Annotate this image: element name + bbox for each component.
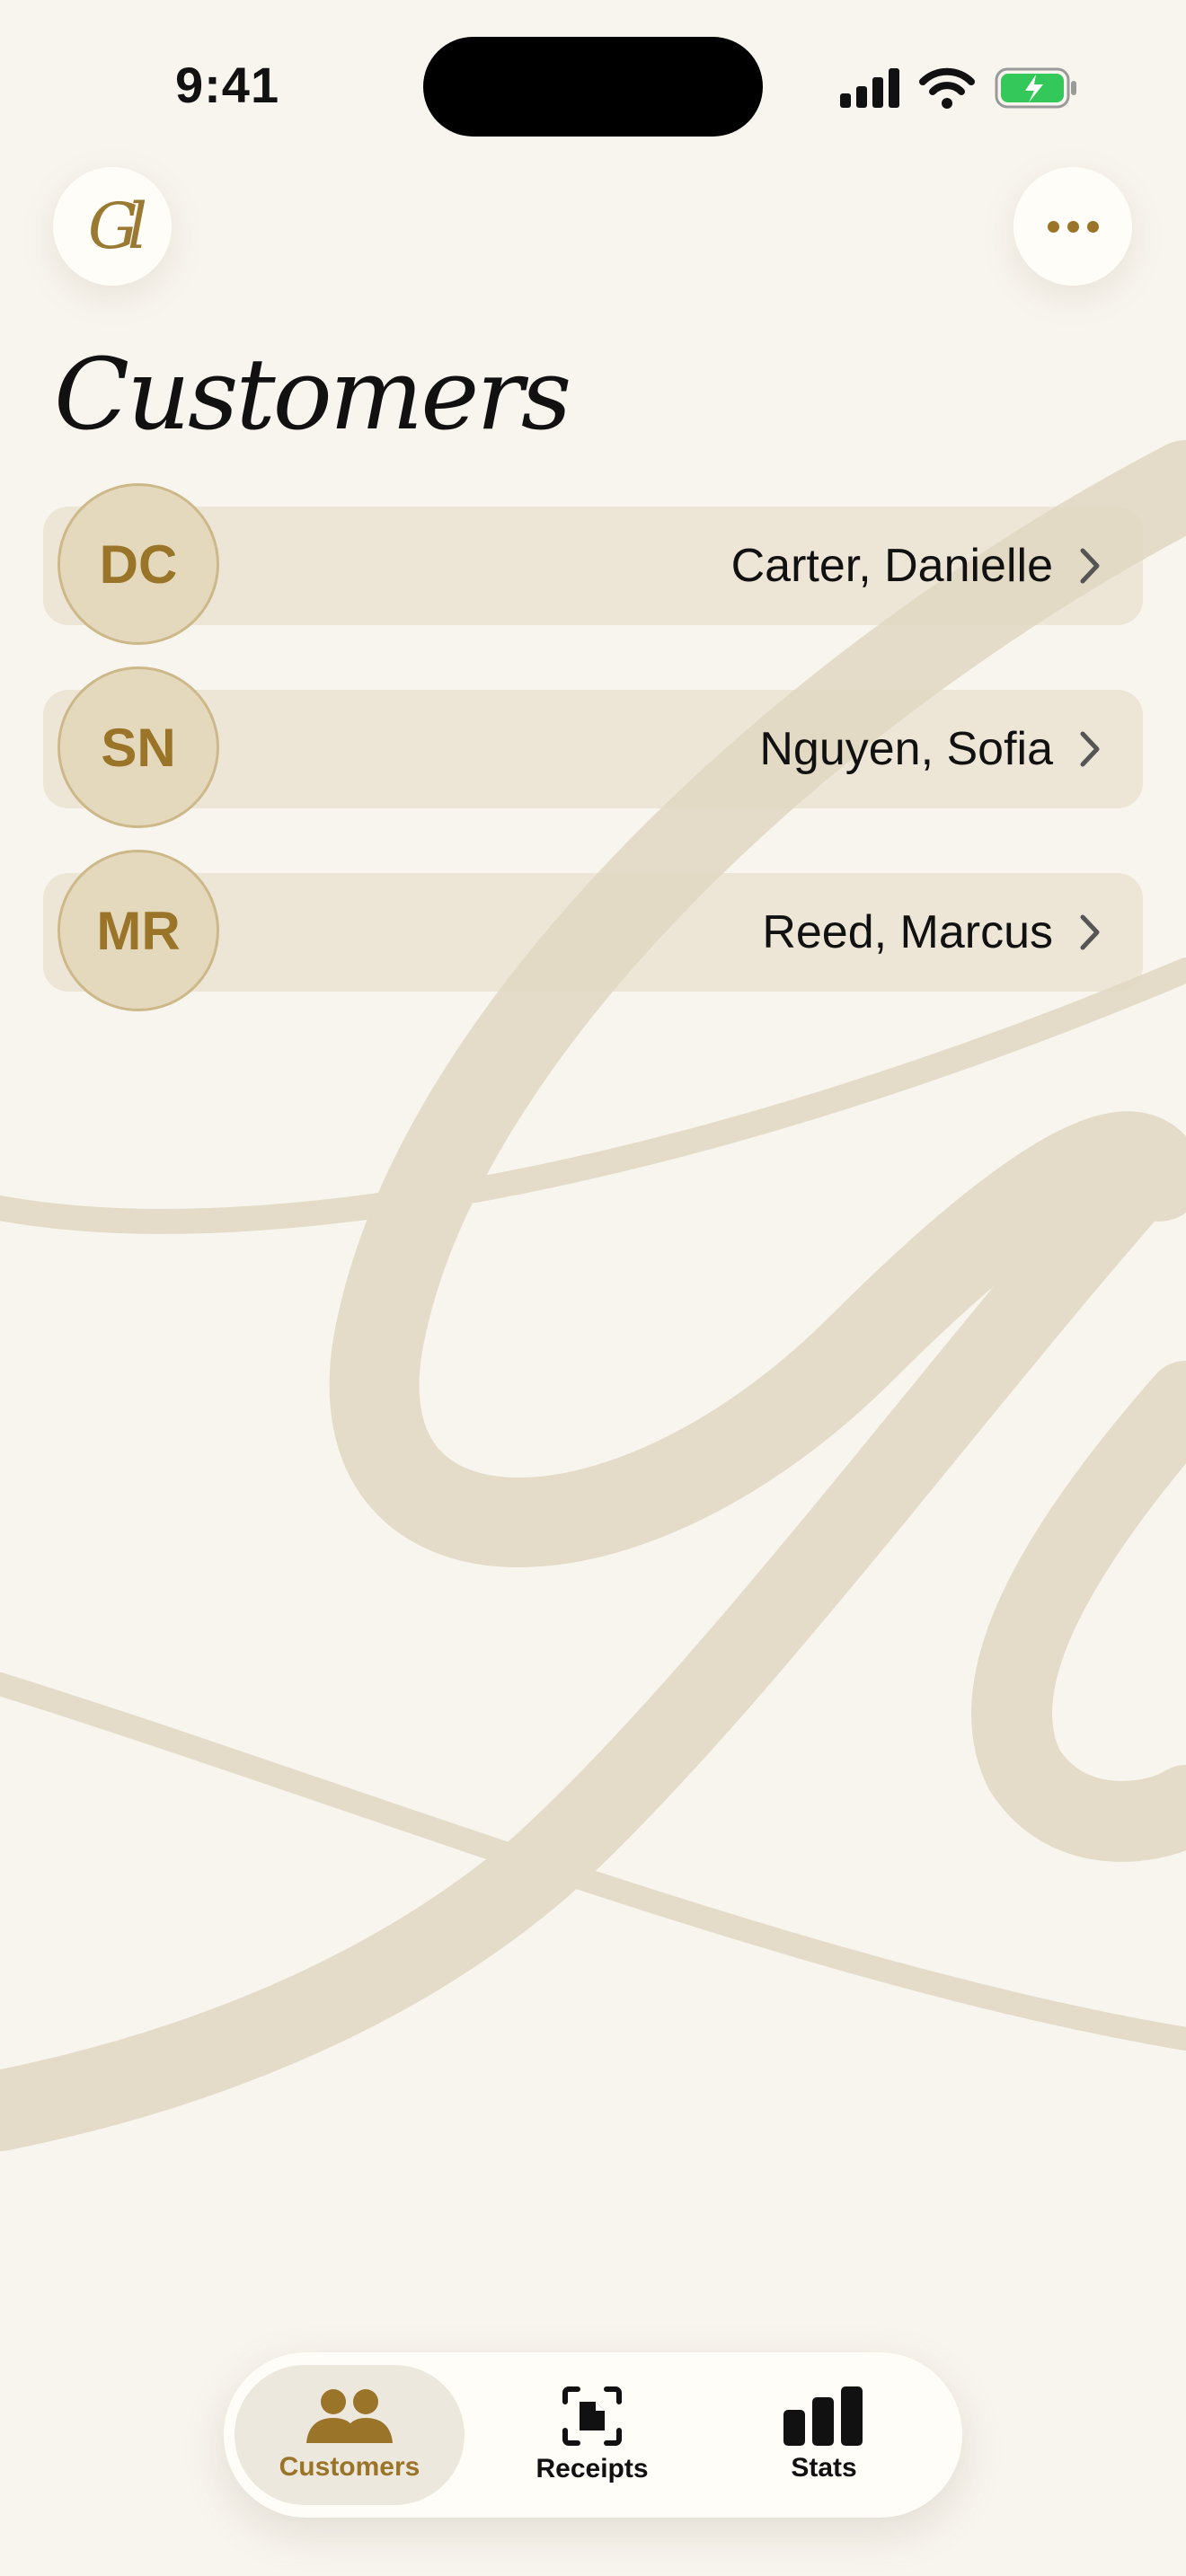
battery-charging-icon — [995, 67, 1076, 109]
customer-name: Nguyen, Sofia — [759, 723, 1053, 775]
tab-label: Stats — [791, 2453, 857, 2483]
cellular-signal-icon — [840, 68, 899, 108]
status-time: 9:41 — [175, 57, 280, 113]
tab-label: Customers — [279, 2452, 420, 2482]
logo-button[interactable]: Gl — [53, 167, 172, 286]
dynamic-island — [423, 37, 763, 137]
customer-row[interactable]: MR Reed, Marcus — [43, 850, 1143, 1011]
receipt-scan-icon — [562, 2386, 622, 2446]
customer-avatar: MR — [58, 850, 219, 1011]
tab-label: Receipts — [535, 2454, 649, 2483]
tab-receipts[interactable]: Receipts — [477, 2365, 707, 2505]
more-options-button[interactable] — [1013, 167, 1132, 286]
wifi-icon — [919, 67, 975, 109]
page-title: Customers — [54, 337, 571, 452]
customer-avatar: SN — [58, 666, 219, 828]
customer-name: Reed, Marcus — [762, 906, 1053, 958]
chevron-right-icon — [1080, 731, 1100, 767]
customer-row[interactable]: DC Carter, Danielle — [43, 483, 1143, 645]
customer-name: Carter, Danielle — [730, 540, 1053, 592]
status-icons — [840, 61, 1077, 115]
customer-avatar: DC — [58, 483, 219, 645]
tab-customers[interactable]: Customers — [235, 2365, 465, 2505]
chevron-right-icon — [1080, 548, 1100, 584]
ellipsis-icon — [1047, 220, 1099, 233]
customer-row[interactable]: SN Nguyen, Sofia — [43, 666, 1143, 828]
tab-stats[interactable]: Stats — [709, 2365, 939, 2505]
chevron-right-icon — [1080, 914, 1100, 950]
tab-bar: Customers Receipts Stats — [224, 2352, 962, 2518]
bar-chart-icon — [783, 2386, 863, 2446]
people-icon — [306, 2389, 393, 2443]
logo-monogram: Gl — [87, 190, 147, 263]
